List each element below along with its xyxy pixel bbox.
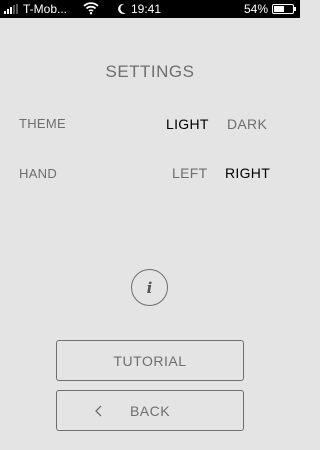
status-bar: T-Mob... 19:41 54%	[0, 0, 300, 18]
back-button-label: BACK	[129, 402, 171, 419]
theme-label: THEME	[19, 116, 66, 131]
hand-option-left[interactable]: LEFT	[172, 165, 207, 181]
info-icon: i	[146, 278, 153, 297]
status-time: 19:41	[131, 2, 162, 16]
status-left: T-Mob...	[4, 2, 67, 16]
info-button[interactable]: i	[131, 269, 168, 306]
battery-percent: 54%	[243, 2, 268, 16]
battery-level	[274, 6, 284, 12]
tutorial-button[interactable]: TUTORIAL	[56, 340, 244, 381]
signal-strength-icon	[4, 4, 18, 14]
wifi-icon	[83, 2, 99, 15]
status-center: 19:41	[117, 2, 161, 16]
hand-label: HAND	[19, 166, 58, 181]
battery-icon	[272, 4, 296, 14]
page-title: SETTINGS	[105, 62, 195, 81]
do-not-disturb-moon-icon	[118, 3, 126, 14]
back-button[interactable]: BACK	[56, 390, 244, 431]
tutorial-button-label: TUTORIAL	[113, 352, 187, 369]
theme-option-light[interactable]: LIGHT	[166, 116, 209, 132]
status-right: 54%	[243, 2, 296, 16]
theme-option-dark[interactable]: DARK	[227, 116, 267, 132]
hand-option-right[interactable]: RIGHT	[225, 165, 270, 181]
chevron-left-icon	[95, 405, 102, 417]
carrier-name: T-Mob...	[23, 2, 68, 16]
